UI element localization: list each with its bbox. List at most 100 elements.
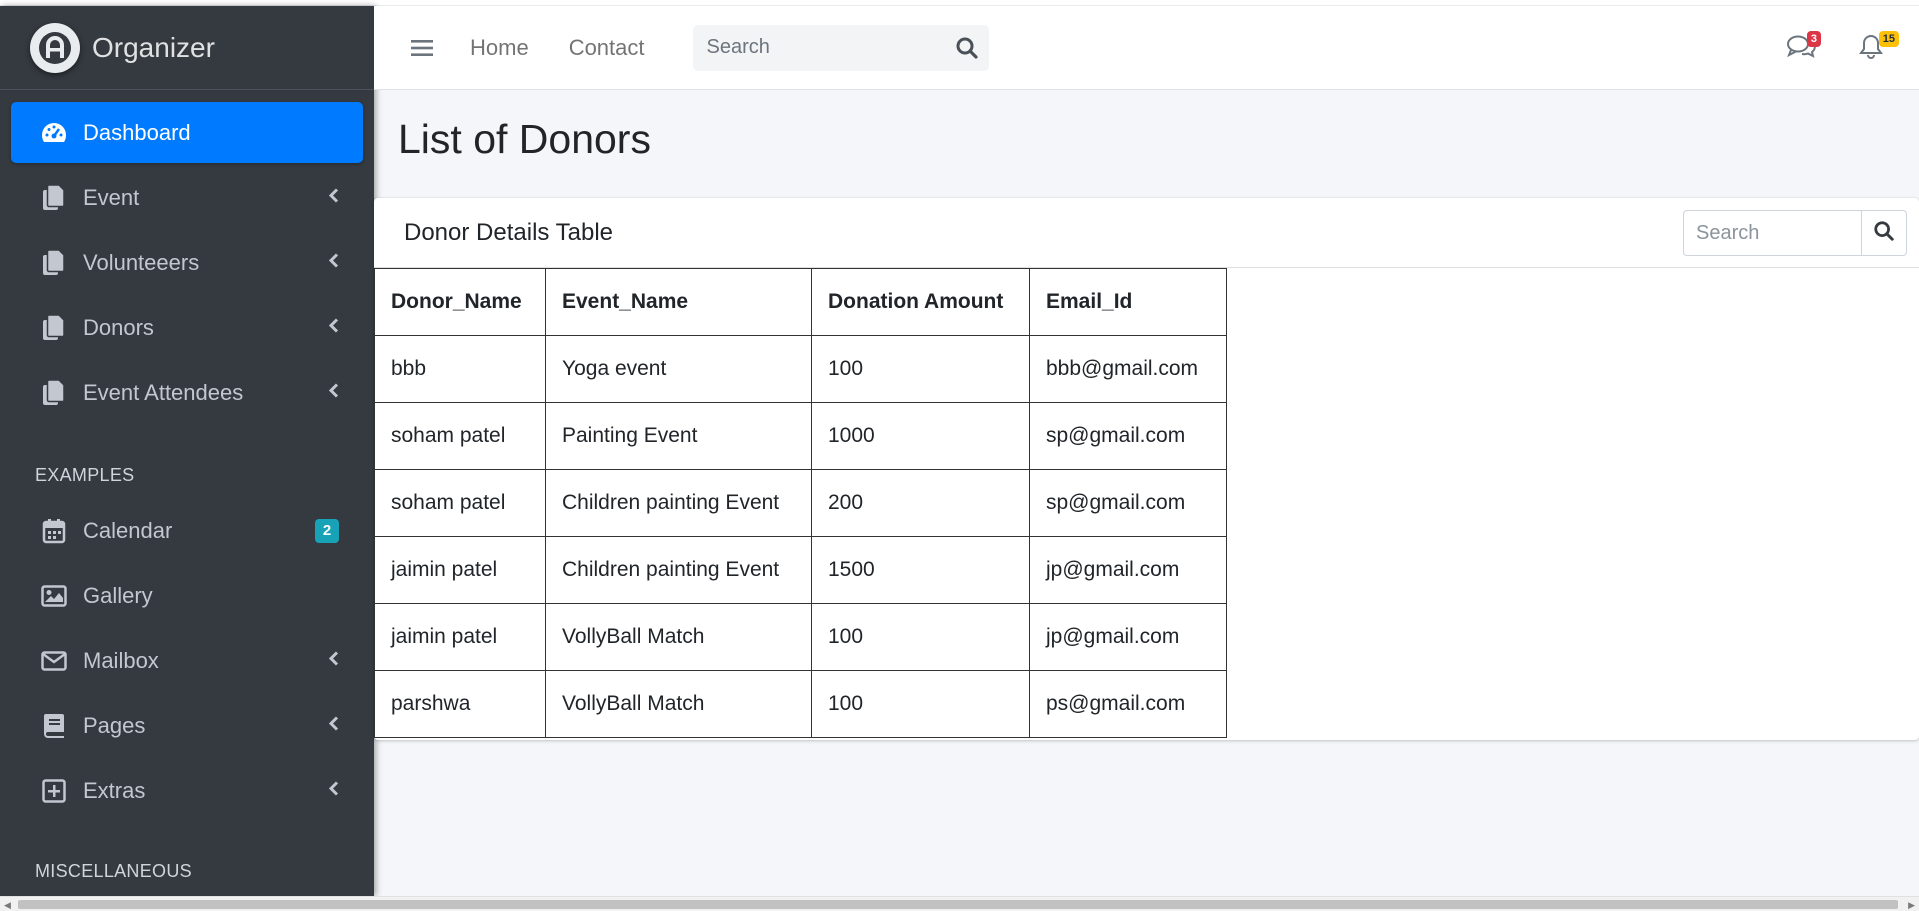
table-cell: Children painting Event <box>545 536 812 604</box>
sidebar-item-event[interactable]: Event <box>11 167 363 228</box>
copy-icon <box>39 378 69 408</box>
sidebar-item-calendar[interactable]: Calendar 2 <box>11 500 363 561</box>
table-cell: jaimin patel <box>374 603 546 671</box>
table-row: soham patel Painting Event 1000 sp@gmail… <box>374 402 1227 470</box>
nav-link-home[interactable]: Home <box>470 35 529 61</box>
table-cell: ps@gmail.com <box>1029 670 1227 738</box>
sidebar-item-mailbox[interactable]: Mailbox <box>11 630 363 691</box>
donor-card: Donor Details Table Donor_Name Event_Nam… <box>374 198 1919 740</box>
sidebar-item-label: Extras <box>83 777 146 803</box>
table-search-input[interactable] <box>1683 210 1861 256</box>
brand-link[interactable]: Organizer <box>0 6 374 90</box>
scroll-left-arrow-icon[interactable]: ◀ <box>4 900 11 911</box>
notifications-dropdown[interactable]: 15 <box>1851 28 1899 68</box>
chevron-left-icon <box>328 187 339 208</box>
scrollbar-thumb[interactable] <box>18 900 1898 909</box>
envelope-icon <box>39 646 69 676</box>
search-icon <box>1873 220 1895 247</box>
menu-toggle-icon[interactable] <box>408 34 436 62</box>
scroll-right-arrow-icon[interactable]: ▶ <box>1908 900 1915 911</box>
horizontal-scrollbar[interactable]: ◀ ▶ <box>0 896 1919 911</box>
sidebar-item-dashboard[interactable]: Dashboard <box>11 102 363 163</box>
sidebar-item-volunteers[interactable]: Volunteeers <box>11 232 363 293</box>
table-cell: 100 <box>811 670 1030 738</box>
chevron-left-icon <box>328 317 339 338</box>
table-row: jaimin patel VollyBall Match 100 jp@gmai… <box>374 603 1227 671</box>
table-cell: sp@gmail.com <box>1029 402 1227 470</box>
sidebar-item-label: Donors <box>83 314 154 340</box>
table-cell: Painting Event <box>545 402 812 470</box>
sidebar: Organizer Dashboard Event Volunteeers Do… <box>0 6 374 896</box>
sidebar-item-label: Mailbox <box>83 647 159 673</box>
search-icon[interactable] <box>955 36 979 65</box>
column-header: Donation Amount <box>811 268 1030 336</box>
tachometer-icon <box>39 118 69 148</box>
card-header: Donor Details Table <box>374 198 1919 268</box>
navbar-search-input[interactable] <box>692 36 933 59</box>
column-header: Donor_Name <box>374 268 546 336</box>
sidebar-item-pages[interactable]: Pages <box>11 695 363 756</box>
sidebar-item-label: Gallery <box>83 582 153 608</box>
table-search-button[interactable] <box>1861 210 1907 256</box>
table-cell: jp@gmail.com <box>1029 536 1227 604</box>
messages-count-badge: 3 <box>1806 31 1821 47</box>
sidebar-item-gallery[interactable]: Gallery <box>11 565 363 626</box>
brand-name: Organizer <box>92 31 215 63</box>
table-cell: bbb <box>374 335 546 403</box>
calendar-badge: 2 <box>315 518 339 543</box>
chevron-left-icon <box>328 780 339 801</box>
table-cell: bbb@gmail.com <box>1029 335 1227 403</box>
table-cell: 1500 <box>811 536 1030 604</box>
messages-dropdown[interactable]: 3 <box>1781 28 1821 68</box>
brand-logo-icon <box>30 22 80 73</box>
top-navbar: Home Contact 3 15 <box>374 6 1919 90</box>
donors-table: Donor_Name Event_Name Donation Amount Em… <box>374 268 1227 738</box>
table-cell: 100 <box>811 335 1030 403</box>
sidebar-item-label: Dashboard <box>83 119 191 145</box>
navbar-search <box>692 24 989 71</box>
chevron-left-icon <box>328 715 339 736</box>
column-header: Event_Name <box>545 268 812 336</box>
image-icon <box>39 581 69 611</box>
table-cell: parshwa <box>374 670 546 738</box>
sidebar-nav: Dashboard Event Volunteeers Donors Event… <box>0 90 374 896</box>
notifications-count-badge: 15 <box>1878 31 1899 47</box>
navbar-right: 3 15 <box>1781 6 1919 90</box>
page-title: List of Donors <box>398 116 651 162</box>
sidebar-item-extras[interactable]: Extras <box>11 760 363 821</box>
table-cell: sp@gmail.com <box>1029 469 1227 537</box>
table-cell: 200 <box>811 469 1030 537</box>
table-row: bbb Yoga event 100 bbb@gmail.com <box>374 335 1227 403</box>
table-cell: soham patel <box>374 402 546 470</box>
nav-link-contact[interactable]: Contact <box>569 35 645 61</box>
plus-square-icon <box>39 776 69 806</box>
copy-icon <box>39 313 69 343</box>
sidebar-item-label: Volunteeers <box>83 249 200 275</box>
table-cell: VollyBall Match <box>545 670 812 738</box>
table-cell: Children painting Event <box>545 469 812 537</box>
table-cell: soham patel <box>374 469 546 537</box>
sidebar-item-label: Event <box>83 184 140 210</box>
table-search <box>1683 210 1907 256</box>
chevron-left-icon <box>328 650 339 671</box>
table-cell: VollyBall Match <box>545 603 812 671</box>
table-row: jaimin patel Children painting Event 150… <box>374 536 1227 604</box>
sidebar-item-label: Pages <box>83 712 146 738</box>
sidebar-item-event-attendees[interactable]: Event Attendees <box>11 362 363 423</box>
copy-icon <box>39 183 69 213</box>
table-header-row: Donor_Name Event_Name Donation Amount Em… <box>374 268 1227 336</box>
table-cell: Yoga event <box>545 335 812 403</box>
table-cell: jaimin patel <box>374 536 546 604</box>
sidebar-item-label: Event Attendees <box>83 379 244 405</box>
copy-icon <box>39 248 69 278</box>
table-row: soham patel Children painting Event 200 … <box>374 469 1227 537</box>
calendar-icon <box>39 516 69 546</box>
card-title: Donor Details Table <box>404 218 614 246</box>
sidebar-header-examples: EXAMPLES <box>35 465 135 485</box>
sidebar-item-label: Calendar <box>83 517 173 543</box>
table-cell: 100 <box>811 603 1030 671</box>
book-icon <box>39 711 69 741</box>
sidebar-header-misc: MISCELLANEOUS <box>35 861 192 881</box>
sidebar-item-donors[interactable]: Donors <box>11 297 363 358</box>
chevron-left-icon <box>328 252 339 273</box>
